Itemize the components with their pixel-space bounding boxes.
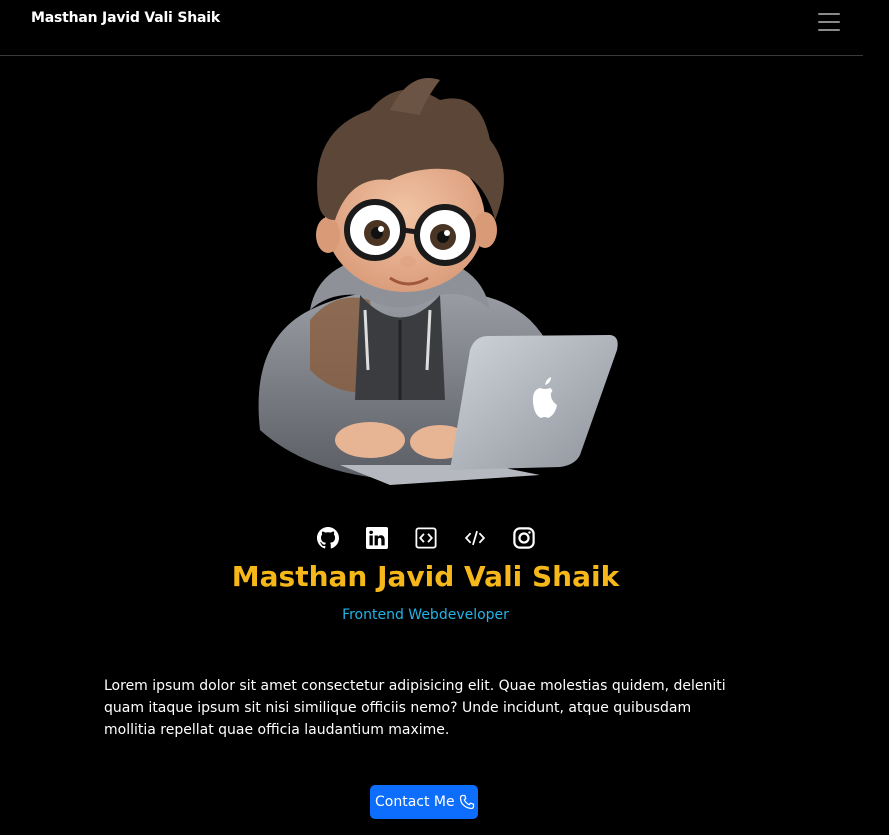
code-box-link[interactable] [414, 527, 437, 549]
contact-button-label: Contact Me [375, 794, 455, 810]
instagram-icon [512, 527, 535, 549]
about-text: Lorem ipsum dolor sit amet consectetur a… [104, 678, 726, 738]
github-icon [316, 527, 339, 549]
navbar: Masthan Javid Vali Shaik [0, 0, 863, 56]
hamburger-icon [818, 13, 840, 15]
menu-toggle-button[interactable] [816, 10, 843, 34]
instagram-link[interactable] [512, 527, 535, 549]
github-link[interactable] [316, 527, 339, 549]
linkedin-link[interactable] [365, 527, 388, 549]
linkedin-icon [365, 527, 388, 549]
hero-name: Masthan Javid Vali Shaik [231, 560, 620, 593]
hero-role: Frontend Webdeveloper [342, 607, 509, 623]
contact-button[interactable]: Contact Me [370, 785, 478, 819]
code-slash-icon [464, 530, 485, 546]
code-box-icon [414, 527, 437, 549]
brand-link[interactable]: Masthan Javid Vali Shaik [31, 10, 220, 26]
avatar-illustration [258, 78, 618, 485]
phone-icon [459, 794, 474, 810]
social-links [0, 527, 851, 549]
code-slash-link[interactable] [464, 527, 486, 549]
